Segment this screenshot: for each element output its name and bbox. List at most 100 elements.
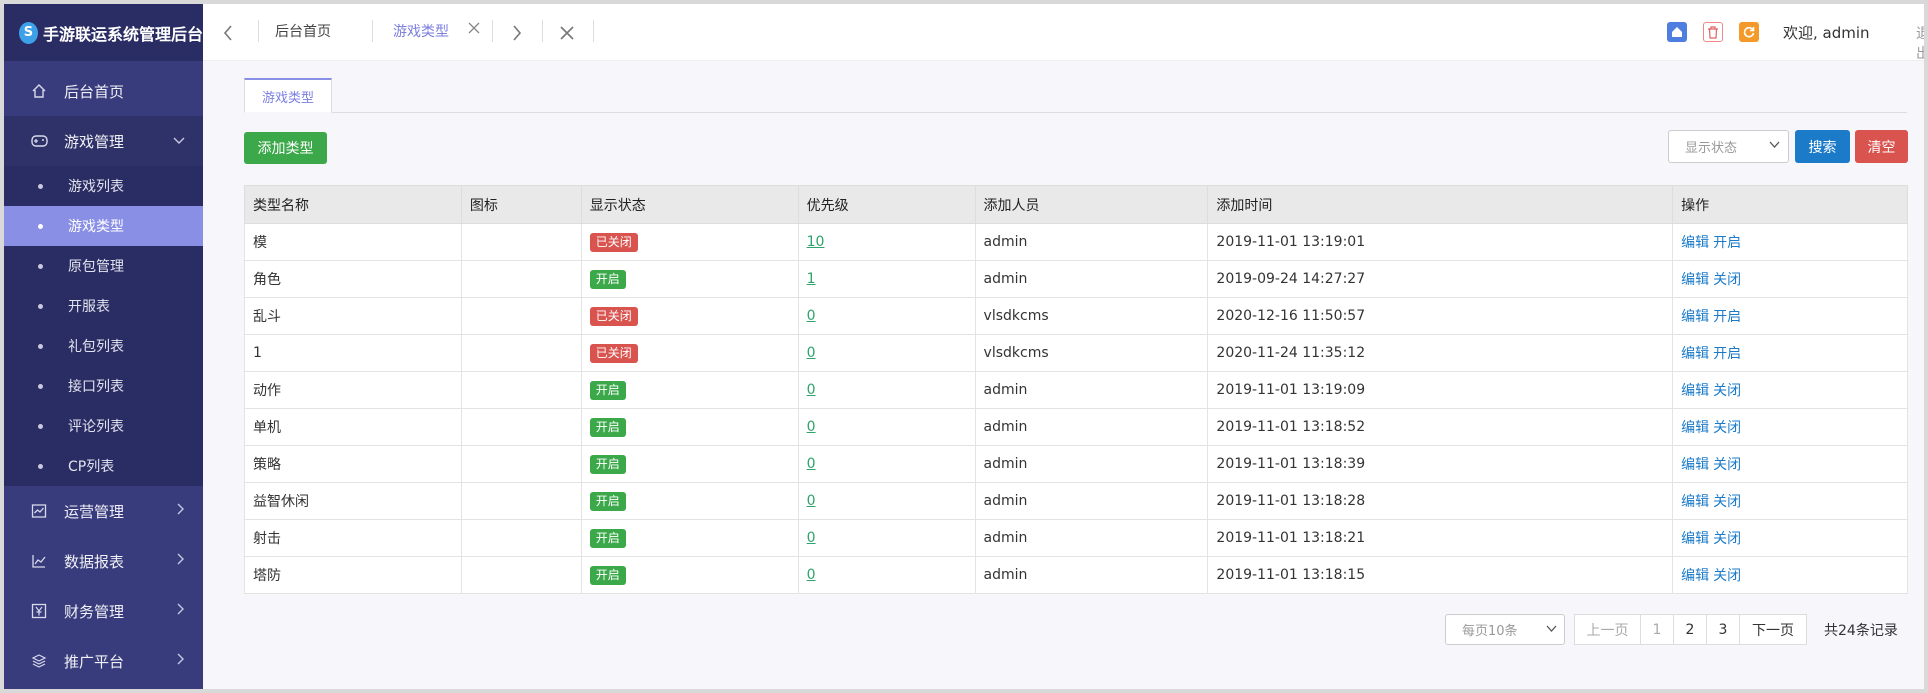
added-time-cell: 2019-11-01 13:19:01 xyxy=(1207,223,1674,261)
status-badge: 开启 xyxy=(589,565,626,585)
priority-link[interactable]: 0 xyxy=(807,345,816,361)
sidebar-item-operations[interactable]: 运营管理 xyxy=(4,486,203,536)
content-tab-game-type[interactable]: 游戏类型 xyxy=(244,78,332,113)
sidebar-item-comment-list[interactable]: 评论列表 xyxy=(4,406,203,446)
bullet-icon xyxy=(38,343,43,349)
priority-cell: 0 xyxy=(797,371,976,409)
icon-cell xyxy=(460,260,582,298)
close-all-icon[interactable] xyxy=(556,18,578,48)
edit-link[interactable]: 编辑 xyxy=(1681,568,1709,584)
clear-button[interactable]: 清空 xyxy=(1855,130,1908,163)
toggle-status-link[interactable]: 关闭 xyxy=(1713,420,1741,436)
sidebar-item-game-type[interactable]: 游戏类型 xyxy=(4,206,203,246)
tab-home[interactable]: 后台首页 xyxy=(275,21,331,41)
table-row: 策略 开启 0 admin 2019-11-01 13:18:39 编辑 关闭 xyxy=(244,445,1908,483)
actions-cell: 编辑 关闭 xyxy=(1672,408,1908,446)
status-badge: 已关闭 xyxy=(589,232,638,252)
added-time-cell: 2019-11-01 13:19:09 xyxy=(1207,371,1674,409)
icon-cell xyxy=(460,334,582,372)
table-row: 益智休闲 开启 0 admin 2019-11-01 13:18:28 编辑 关闭 xyxy=(244,482,1908,520)
edit-link[interactable]: 编辑 xyxy=(1681,272,1709,288)
refresh-icon[interactable] xyxy=(1739,22,1759,42)
sidebar-item-home[interactable]: 后台首页 xyxy=(4,66,203,116)
toggle-status-link[interactable]: 关闭 xyxy=(1713,494,1741,510)
page-button[interactable]: 2 xyxy=(1673,614,1707,645)
add-type-button[interactable]: 添加类型 xyxy=(244,132,327,164)
priority-cell: 1 xyxy=(797,260,976,298)
sidebar-item-label: 接口列表 xyxy=(68,379,124,395)
sidebar-item-server-schedule[interactable]: 开服表 xyxy=(4,286,203,326)
bullet-icon xyxy=(38,183,43,189)
sidebar-item-promotion[interactable]: 推广平台 xyxy=(4,636,203,686)
edit-link[interactable]: 编辑 xyxy=(1681,383,1709,399)
app-title: 手游联运系统管理后台 xyxy=(42,24,203,44)
logout-link[interactable]: 退出 xyxy=(1916,23,1924,63)
bullet-icon xyxy=(38,263,43,269)
sidebar-item-finance[interactable]: 财务管理 xyxy=(4,586,203,636)
page-button[interactable]: 1 xyxy=(1640,614,1674,645)
back-icon[interactable] xyxy=(217,18,239,48)
sidebar-item-label: 推广平台 xyxy=(64,652,125,671)
status-cell: 开启 xyxy=(580,519,799,557)
priority-link[interactable]: 0 xyxy=(807,493,816,509)
edit-link[interactable]: 编辑 xyxy=(1681,531,1709,547)
priority-link[interactable]: 0 xyxy=(807,419,816,435)
edit-link[interactable]: 编辑 xyxy=(1681,309,1709,325)
next-page-button[interactable]: 下一页 xyxy=(1739,614,1807,645)
divider xyxy=(593,20,594,42)
trash-icon[interactable] xyxy=(1703,22,1723,42)
priority-link[interactable]: 0 xyxy=(807,308,816,324)
edit-link[interactable]: 编辑 xyxy=(1681,494,1709,510)
sidebar-item-api-list[interactable]: 接口列表 xyxy=(4,366,203,406)
sidebar-item-gift-list[interactable]: 礼包列表 xyxy=(4,326,203,366)
sidebar-item-label: 礼包列表 xyxy=(68,339,124,355)
added-by-cell: admin xyxy=(974,408,1209,446)
type-name-cell: 动作 xyxy=(244,371,462,409)
edit-link[interactable]: 编辑 xyxy=(1681,457,1709,473)
toggle-status-link[interactable]: 开启 xyxy=(1713,309,1741,325)
priority-link[interactable]: 0 xyxy=(807,456,816,472)
sidebar-item-cp-list[interactable]: CP列表 xyxy=(4,446,203,486)
close-icon[interactable] xyxy=(468,19,480,38)
priority-link[interactable]: 10 xyxy=(807,234,825,250)
priority-cell: 0 xyxy=(797,519,976,557)
page-button[interactable]: 3 xyxy=(1706,614,1740,645)
priority-link[interactable]: 0 xyxy=(807,567,816,583)
actions-cell: 编辑 关闭 xyxy=(1672,371,1908,409)
added-by-cell: admin xyxy=(974,223,1209,261)
added-by-cell: vlsdkcms xyxy=(974,334,1209,372)
home-icon[interactable] xyxy=(1667,22,1687,42)
edit-link[interactable]: 编辑 xyxy=(1681,346,1709,362)
sidebar-item-label: 评论列表 xyxy=(68,419,124,435)
sidebar-item-original-package[interactable]: 原包管理 xyxy=(4,246,203,286)
line-chart-icon xyxy=(30,552,48,570)
search-button[interactable]: 搜索 xyxy=(1795,130,1850,163)
column-header: 添加时间 xyxy=(1207,185,1674,224)
sidebar-item-game-management[interactable]: 游戏管理 xyxy=(4,116,203,166)
page-size-select[interactable]: 每页10条 xyxy=(1445,614,1565,645)
status-select[interactable]: 显示状态 xyxy=(1668,130,1789,163)
toggle-status-link[interactable]: 关闭 xyxy=(1713,272,1741,288)
toggle-status-link[interactable]: 开启 xyxy=(1713,235,1741,251)
toggle-status-link[interactable]: 关闭 xyxy=(1713,568,1741,584)
priority-link[interactable]: 0 xyxy=(807,382,816,398)
priority-link[interactable]: 0 xyxy=(807,530,816,546)
sidebar-item-game-list[interactable]: 游戏列表 xyxy=(4,166,203,206)
tab-game-type[interactable]: 游戏类型 xyxy=(393,21,449,41)
toggle-status-link[interactable]: 开启 xyxy=(1713,346,1741,362)
priority-cell: 0 xyxy=(797,408,976,446)
prev-page-button[interactable]: 上一页 xyxy=(1574,614,1641,645)
toggle-status-link[interactable]: 关闭 xyxy=(1713,383,1741,399)
icon-cell xyxy=(460,482,582,520)
sidebar-item-reports[interactable]: 数据报表 xyxy=(4,536,203,586)
edit-link[interactable]: 编辑 xyxy=(1681,420,1709,436)
priority-link[interactable]: 1 xyxy=(807,271,816,287)
forward-icon[interactable] xyxy=(506,18,528,48)
toggle-status-link[interactable]: 关闭 xyxy=(1713,457,1741,473)
chevron-down-icon xyxy=(1769,139,1780,152)
icon-cell xyxy=(460,297,582,335)
toggle-status-link[interactable]: 关闭 xyxy=(1713,531,1741,547)
edit-link[interactable]: 编辑 xyxy=(1681,235,1709,251)
welcome-text: 欢迎, admin xyxy=(1783,24,1870,42)
sidebar-item-label: 数据报表 xyxy=(64,552,125,571)
